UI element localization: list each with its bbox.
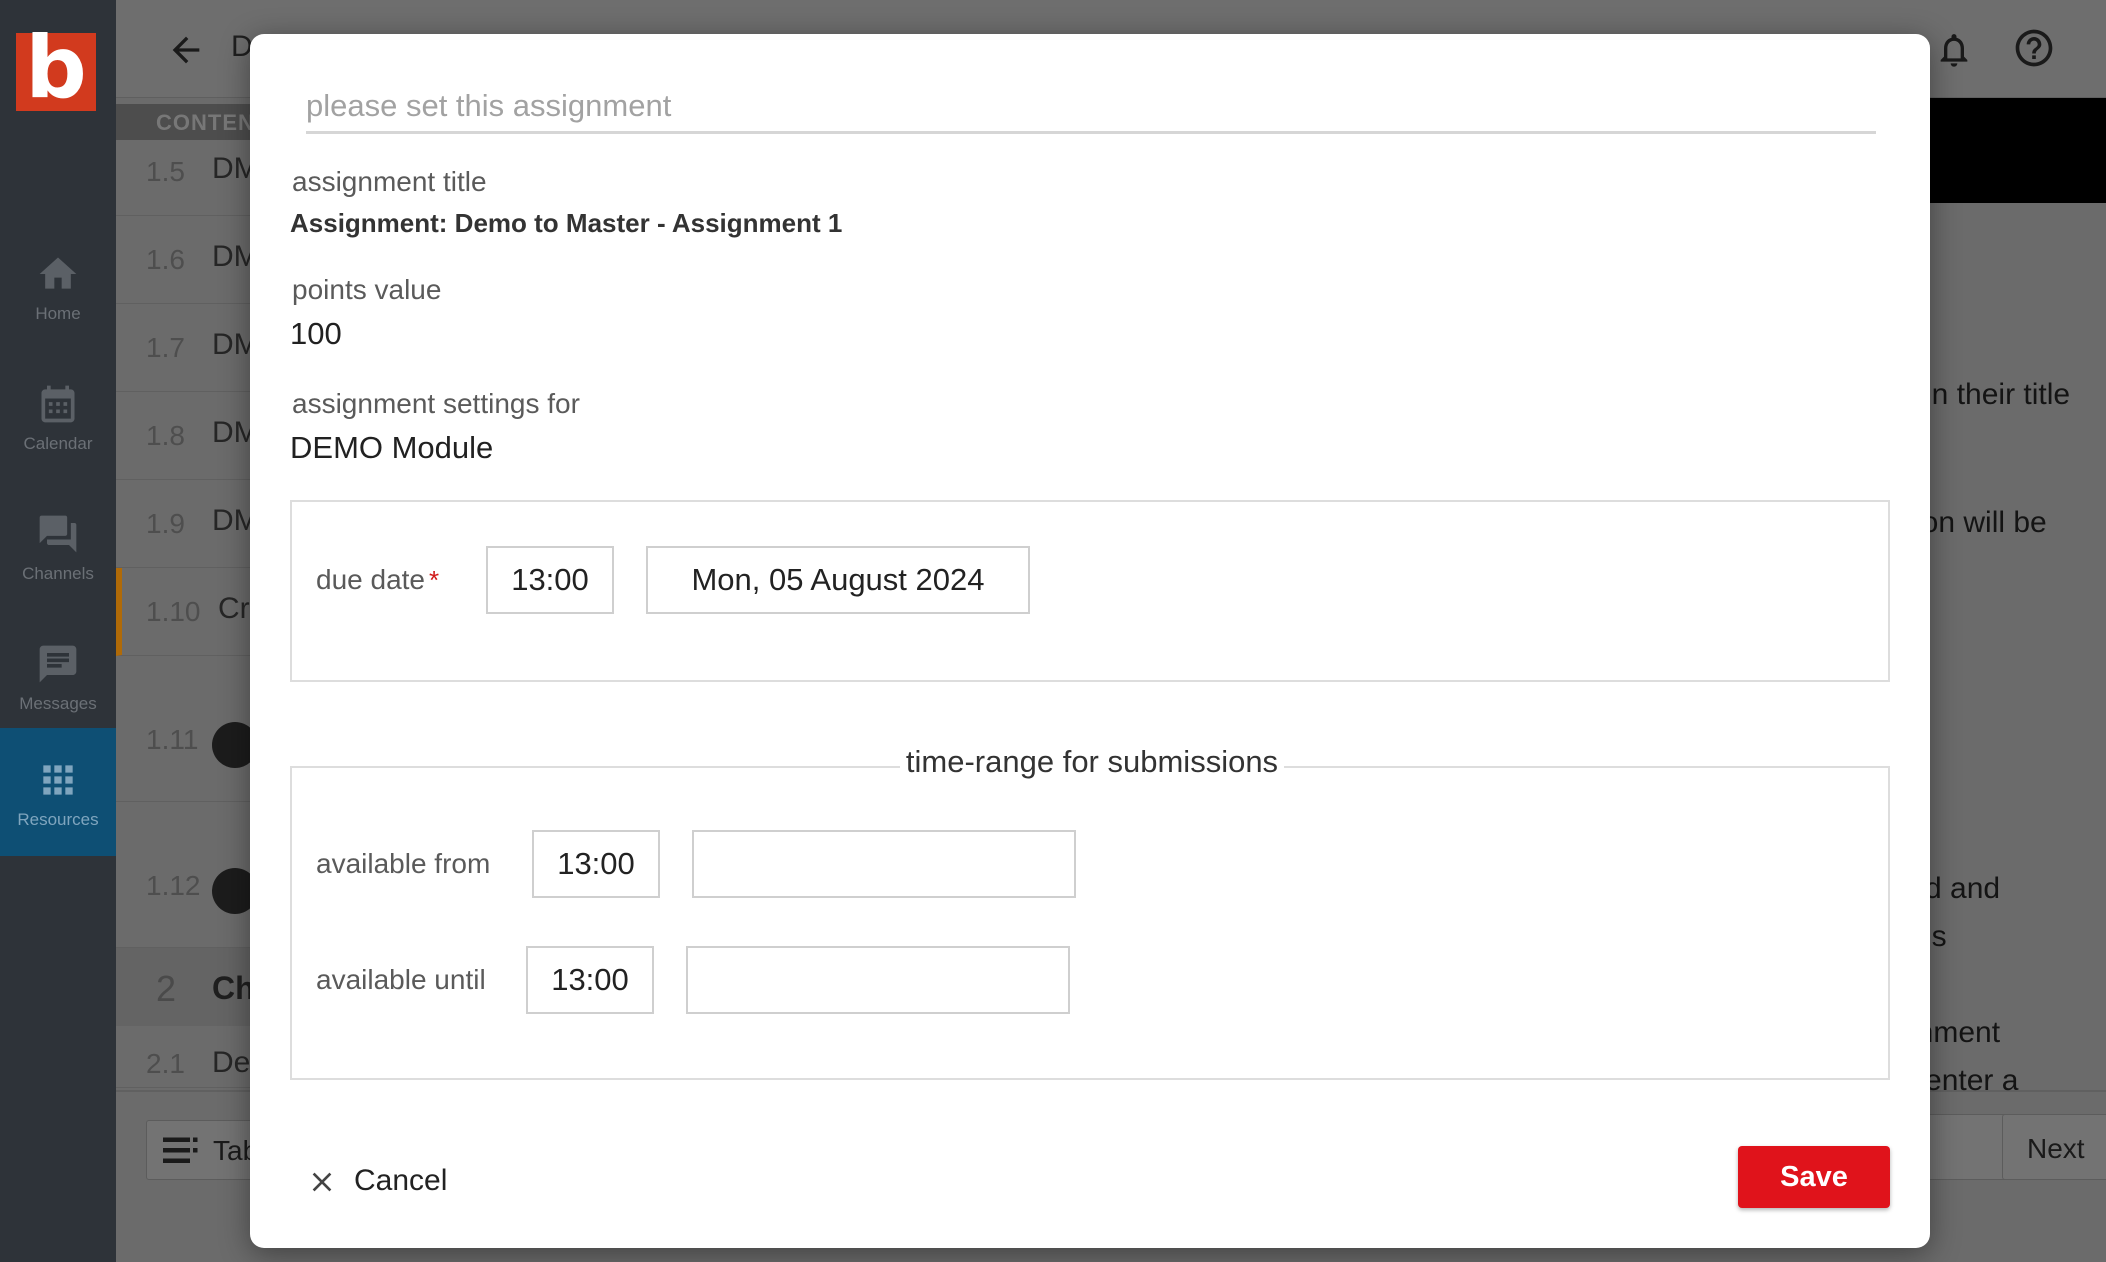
app-logo[interactable]: b — [16, 25, 96, 111]
available-until-time-field[interactable]: 13:00 — [526, 946, 654, 1014]
sidebar-item-label: Home — [35, 304, 81, 323]
available-until-date-field[interactable] — [686, 946, 1070, 1014]
time-range-section: time-range for submissions available fro… — [290, 744, 1890, 1080]
assignment-name-input[interactable] — [306, 80, 1876, 134]
settings-for-label: assignment settings for — [292, 388, 580, 419]
due-time-field[interactable]: 13:00 — [486, 546, 614, 614]
sidebar-item-channels[interactable]: Channels — [0, 482, 116, 610]
sidebar-item-label: Calendar — [23, 434, 93, 453]
media-bar — [1916, 98, 2106, 203]
sidebar-item-messages[interactable]: Messages — [0, 612, 116, 740]
sidebar: b Home Calendar Channels Messages Resour… — [0, 0, 116, 1262]
due-date-label: due date * — [316, 564, 440, 595]
available-until-label: available until — [316, 964, 486, 995]
points-value: 100 — [290, 316, 342, 351]
sidebar-item-calendar[interactable]: Calendar — [0, 352, 116, 480]
required-mark: * — [429, 565, 440, 595]
assignment-title-label: assignment title — [292, 166, 487, 197]
channels-icon — [39, 515, 77, 553]
calendar-icon — [41, 385, 75, 423]
sidebar-item-label: Messages — [19, 694, 97, 713]
settings-for-value: DEMO Module — [290, 430, 494, 465]
time-range-legend: time-range for submissions — [292, 744, 1892, 780]
assignment-dialog: assignment title Assignment: Demo to Mas… — [250, 34, 1930, 1248]
back-arrow-icon[interactable] — [166, 30, 206, 70]
due-date-section: due date * 13:00 Mon, 05 August 2024 — [290, 500, 1890, 682]
help-icon[interactable] — [2012, 26, 2056, 70]
resources-icon — [43, 765, 73, 795]
home-icon — [39, 257, 77, 289]
available-from-time-field[interactable]: 13:00 — [532, 830, 660, 898]
cancel-button[interactable]: Cancel — [306, 1152, 476, 1212]
messages-icon — [39, 645, 77, 683]
next-button[interactable]: Next — [2002, 1114, 2106, 1180]
available-from-label: available from — [316, 848, 491, 879]
save-button[interactable]: Save — [1738, 1146, 1890, 1208]
points-value-label: points value — [292, 274, 442, 305]
sidebar-item-label: Resources — [17, 810, 99, 829]
sidebar-item-home[interactable]: Home — [0, 222, 116, 350]
close-icon — [312, 1172, 332, 1192]
due-date-field[interactable]: Mon, 05 August 2024 — [646, 546, 1030, 614]
sidebar-item-resources[interactable]: Resources — [0, 728, 116, 856]
sidebar-item-label: Channels — [22, 564, 94, 583]
list-icon — [163, 1137, 198, 1163]
bell-icon[interactable] — [1934, 28, 1974, 72]
available-from-date-field[interactable] — [692, 830, 1076, 898]
assignment-title-value: Assignment: Demo to Master - Assignment … — [290, 208, 843, 238]
